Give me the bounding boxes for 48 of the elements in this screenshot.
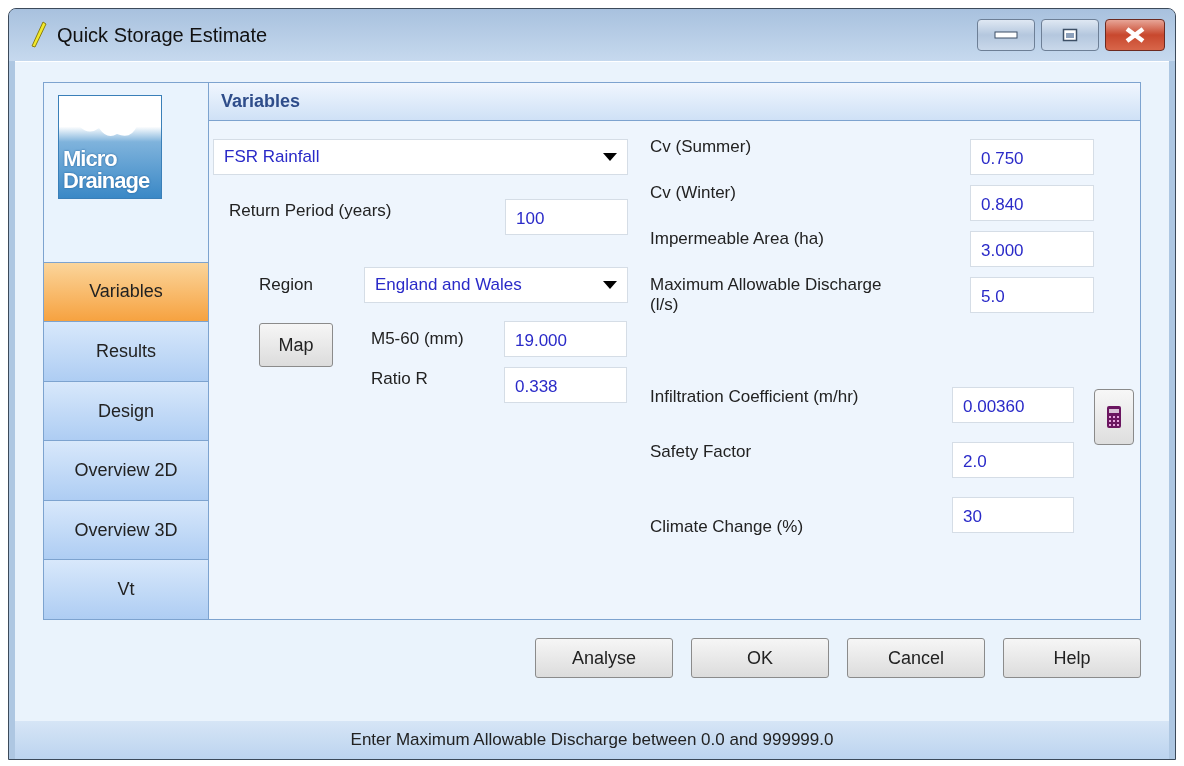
input-field[interactable]: 3.000 — [970, 231, 1094, 267]
field-label: Climate Change (%) — [650, 517, 805, 537]
dropdown-arrow-icon — [603, 153, 617, 161]
minimize-button[interactable] — [977, 19, 1035, 51]
field-label: Impermeable Area (ha) — [650, 229, 825, 249]
dialog-button[interactable]: Analyse — [535, 638, 673, 678]
input-field[interactable]: 30 — [952, 497, 1074, 533]
input-field[interactable]: 5.0 — [970, 277, 1094, 313]
field-label: Cv (Winter) — [650, 183, 737, 203]
logo: Micro Drainage — [58, 95, 162, 199]
input-field[interactable]: 19.000 — [504, 321, 627, 357]
field-label: Ratio R — [371, 369, 429, 389]
field-label: M5-60 (mm) — [371, 329, 465, 349]
input-field[interactable]: 2.0 — [952, 442, 1074, 478]
field-label: Cv (Summer) — [650, 137, 753, 157]
dialog-button[interactable]: Cancel — [847, 638, 985, 678]
maximize-icon — [1062, 28, 1078, 42]
field-label: Return Period (years) — [229, 201, 393, 221]
dropdown[interactable]: England and Wales — [364, 267, 628, 303]
maximize-button[interactable] — [1041, 19, 1099, 51]
sidebar-item[interactable]: Variables — [44, 261, 208, 322]
sidebar-item[interactable]: Vt — [44, 559, 208, 619]
field-label: Maximum Allowable Discharge (l/s) — [650, 275, 883, 315]
minimize-icon — [994, 31, 1018, 39]
sidebar-item[interactable]: Design — [44, 380, 208, 441]
sidebar-item[interactable]: Results — [44, 321, 208, 381]
window-title: Quick Storage Estimate — [57, 23, 268, 47]
input-field[interactable]: 100 — [505, 199, 628, 235]
calculator-icon — [1107, 406, 1121, 428]
close-icon — [1124, 27, 1146, 43]
sidebar-item[interactable]: Overview 3D — [44, 499, 208, 560]
dropdown-arrow-icon — [603, 281, 617, 289]
close-button[interactable] — [1105, 19, 1165, 51]
calculator-button[interactable] — [1094, 389, 1134, 445]
field-label: Safety Factor — [650, 442, 753, 462]
field-label: Infiltration Coefficient (m/hr) — [650, 387, 860, 407]
input-field[interactable]: 0.338 — [504, 367, 627, 403]
dialog-button[interactable]: Help — [1003, 638, 1141, 678]
sidebar-item[interactable]: Overview 2D — [44, 440, 208, 500]
pencil-icon — [31, 21, 47, 49]
input-field[interactable]: 0.750 — [970, 139, 1094, 175]
map-button[interactable]: Map — [259, 323, 333, 367]
status-bar: Enter Maximum Allowable Discharge between 0.0 and 999999.0 — [15, 721, 1169, 759]
field-label: Region — [259, 275, 314, 295]
dropdown[interactable]: FSR Rainfall — [213, 139, 628, 175]
input-field[interactable]: 0.840 — [970, 185, 1094, 221]
dialog-button[interactable]: OK — [691, 638, 829, 678]
input-field[interactable]: 0.00360 — [952, 387, 1074, 423]
